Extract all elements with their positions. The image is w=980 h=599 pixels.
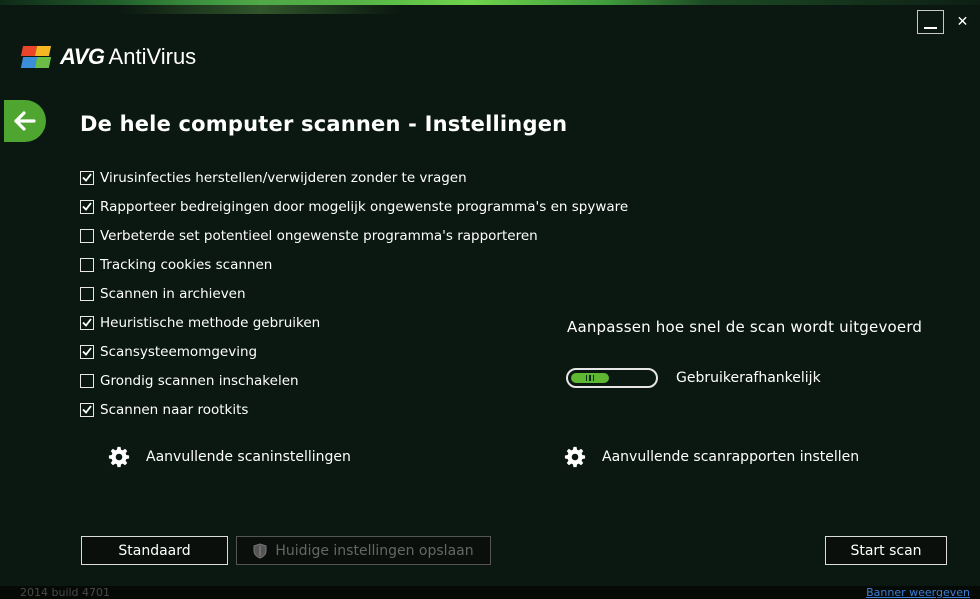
top-glow (120, 0, 400, 14)
show-banner-link[interactable]: Banner weergeven (866, 586, 970, 599)
back-button[interactable] (4, 100, 46, 142)
slider-handle[interactable] (571, 373, 609, 383)
avg-logo-icon (20, 44, 54, 70)
checkbox-checked[interactable] (80, 315, 94, 330)
scan-option-row[interactable]: Scannen in archieven (80, 279, 628, 308)
scan-speed-slider[interactable] (566, 368, 658, 388)
scan-option-label: Rapporteer bedreigingen door mogelijk on… (100, 198, 629, 215)
extra-scan-settings-label: Aanvullende scaninstellingen (146, 449, 351, 465)
checkbox-checked[interactable] (80, 402, 94, 417)
close-button[interactable]: ✕ (949, 10, 976, 34)
minimize-icon (924, 27, 937, 29)
checkmark-icon (82, 318, 92, 327)
checkmark-icon (82, 173, 92, 182)
product-name: AntiVirus (108, 44, 197, 69)
save-settings-label: Huidige instellingen opslaan (275, 542, 474, 559)
minimize-button[interactable] (917, 10, 944, 34)
arrow-left-icon (14, 111, 36, 131)
scan-option-label: Virusinfecties herstellen/verwijderen zo… (100, 169, 467, 186)
checkbox-unchecked[interactable] (80, 286, 94, 301)
start-scan-button[interactable]: Start scan (825, 536, 947, 565)
scan-option-label: Scannen naar rootkits (100, 401, 249, 418)
gear-icon (108, 446, 130, 468)
extra-scan-reports-label: Aanvullende scanrapporten instellen (602, 449, 860, 465)
scan-option-label: Grondig scannen inschakelen (100, 372, 299, 389)
standard-button[interactable]: Standaard (81, 536, 228, 565)
scan-option-label: Scansysteemomgeving (100, 343, 258, 360)
checkmark-icon (82, 202, 92, 211)
gear-icon (564, 446, 586, 468)
scan-option-row[interactable]: Verbeterde set potentieel ongewenste pro… (80, 221, 628, 250)
checkbox-checked[interactable] (80, 199, 94, 214)
scan-option-label: Verbeterde set potentieel ongewenste pro… (100, 227, 538, 244)
status-bar: 2014 build 4701 Banner weergeven (0, 586, 980, 599)
scan-option-row[interactable]: Scannen naar rootkits (80, 395, 628, 424)
scan-option-row[interactable]: Grondig scannen inschakelen (80, 366, 628, 395)
extra-scan-settings-link[interactable]: Aanvullende scaninstellingen (108, 446, 351, 468)
scan-option-label: Heuristische methode gebruiken (100, 314, 321, 331)
scan-option-row[interactable]: Virusinfecties herstellen/verwijderen zo… (80, 163, 628, 192)
extra-scan-reports-link[interactable]: Aanvullende scanrapporten instellen (564, 446, 859, 468)
speed-section-title: Aanpassen hoe snel de scan wordt uitgevo… (567, 318, 923, 336)
scan-option-row[interactable]: Tracking cookies scannen (80, 250, 628, 279)
save-settings-button[interactable]: Huidige instellingen opslaan (236, 536, 491, 565)
app-logo: AVG AntiVirus (20, 42, 197, 72)
build-info: 2014 build 4701 (20, 586, 111, 599)
scan-option-label: Scannen in archieven (100, 285, 246, 302)
page-title: De hele computer scannen - Instellingen (80, 112, 568, 136)
shield-icon (253, 542, 267, 559)
scan-option-label: Tracking cookies scannen (100, 256, 273, 273)
checkbox-unchecked[interactable] (80, 228, 94, 243)
checkmark-icon (82, 347, 92, 356)
brand-name: AVG (60, 44, 105, 69)
scan-option-row[interactable]: Rapporteer bedreigingen door mogelijk on… (80, 192, 628, 221)
speed-control: Gebruikerafhankelijk (566, 368, 821, 388)
scan-option-row[interactable]: Scansysteemomgeving (80, 337, 628, 366)
checkbox-checked[interactable] (80, 344, 94, 359)
scan-options-list: Virusinfecties herstellen/verwijderen zo… (80, 163, 628, 424)
app-window: ✕ AVG AntiVirus De hele computer scannen… (0, 0, 980, 599)
close-icon: ✕ (956, 14, 969, 30)
checkbox-checked[interactable] (80, 170, 94, 185)
scan-option-row[interactable]: Heuristische methode gebruiken (80, 308, 628, 337)
speed-value-label: Gebruikerafhankelijk (676, 370, 821, 386)
checkmark-icon (82, 405, 92, 414)
checkbox-unchecked[interactable] (80, 257, 94, 272)
checkbox-unchecked[interactable] (80, 373, 94, 388)
